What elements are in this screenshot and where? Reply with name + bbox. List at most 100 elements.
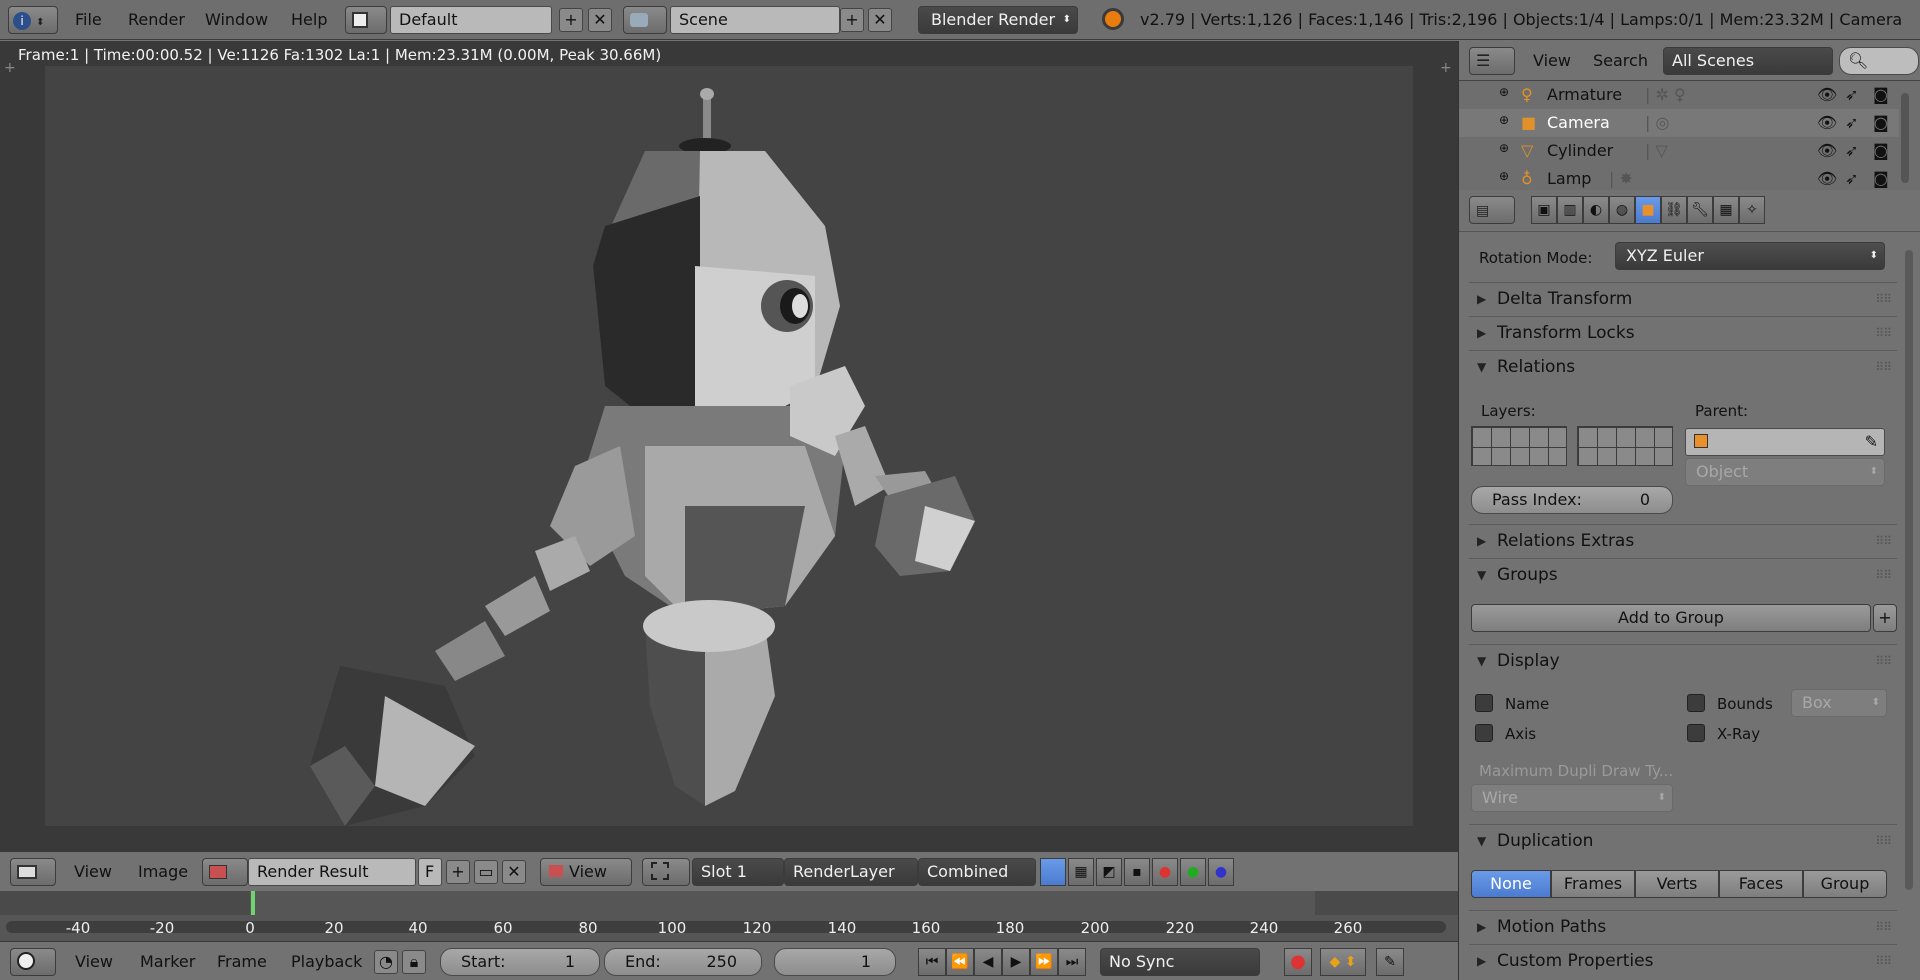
panel-relations-extras[interactable]: ▶ Relations Extras ⠿⠿ [1469, 524, 1897, 556]
panel-relations[interactable]: ▼ Relations ⠿⠿ [1469, 350, 1897, 382]
outliner-row-armature[interactable]: ⊕ ♀ Armature | ✲ ♀ 👁︎ ➶ ◙ [1459, 81, 1899, 109]
pivot-select[interactable] [642, 858, 690, 886]
parent-field[interactable]: ✎ [1685, 428, 1885, 456]
menu-playback[interactable]: Playback [291, 952, 362, 971]
drag-grip-icon[interactable]: ⠿⠿ [1875, 559, 1892, 591]
area-split-icon-right[interactable]: + [1440, 60, 1452, 76]
render-camera-icon[interactable]: ◙ [1873, 141, 1889, 160]
outliner-row-camera[interactable]: ⊕ ■ Camera | ◎ 👁︎ ➶ ◙ [1459, 109, 1899, 137]
jump-start-icon[interactable]: ⏮ [918, 948, 946, 976]
menu-help[interactable]: Help [291, 10, 327, 29]
panel-display[interactable]: ▼ Display ⠿⠿ [1469, 644, 1897, 676]
menu-frame[interactable]: Frame [217, 952, 267, 971]
image-browse-button[interactable] [202, 858, 248, 886]
xray-checkbox[interactable] [1687, 724, 1705, 742]
image-name-field[interactable]: Render Result [248, 858, 416, 886]
render-layer-select[interactable]: RenderLayer [784, 858, 918, 886]
panel-duplication[interactable]: ▼ Duplication ⠿⠿ [1469, 824, 1897, 856]
fake-user-toggle[interactable]: F [418, 858, 442, 886]
object-tab-icon[interactable]: ■ [1635, 196, 1661, 224]
expand-icon[interactable]: ⊕ [1499, 113, 1509, 127]
scene-field[interactable]: Scene [670, 6, 840, 34]
panel-delta-transform[interactable]: ▶ Delta Transform ⠿⠿ [1469, 282, 1897, 314]
layers-grid-2[interactable] [1577, 426, 1673, 466]
add-scene-icon[interactable]: + [840, 8, 864, 32]
record-icon[interactable]: ● [1284, 948, 1312, 976]
keying-set-icon[interactable]: ◆ ⬍ [1320, 948, 1366, 976]
preview-range-icon[interactable]: ◔ [374, 950, 398, 974]
bounds-type-select[interactable]: Box ⬍ [1791, 689, 1887, 717]
world-tab-icon[interactable]: ◍ [1609, 196, 1635, 224]
draw-channels-z-icon[interactable]: ◩ [1096, 858, 1122, 886]
draw-channels-mask-icon[interactable]: ▪ [1124, 858, 1150, 886]
menu-view[interactable]: View [74, 862, 112, 881]
draw-channels-alpha-icon[interactable]: ▦ [1068, 858, 1094, 886]
next-keyframe-icon[interactable]: ⏩ [1030, 948, 1058, 976]
layers-grid-1[interactable] [1471, 426, 1567, 466]
area-split-icon[interactable]: + [4, 60, 16, 76]
menu-image[interactable]: Image [138, 862, 188, 881]
drag-grip-icon[interactable]: ⠿⠿ [1875, 317, 1892, 349]
menu-view[interactable]: View [75, 952, 113, 971]
editor-type-button[interactable] [10, 858, 56, 886]
menu-render[interactable]: Render [128, 10, 185, 29]
bounds-checkbox[interactable] [1687, 694, 1705, 712]
scene-tab-icon[interactable]: ◐ [1583, 196, 1609, 224]
drag-grip-icon[interactable]: ⠿⠿ [1875, 645, 1892, 677]
drag-grip-icon[interactable]: ⠿⠿ [1875, 283, 1892, 315]
expand-icon[interactable]: ⊕ [1499, 169, 1509, 183]
modifiers-tab-icon[interactable]: 🔧︎ [1687, 196, 1713, 224]
drag-grip-icon[interactable]: ⠿⠿ [1875, 945, 1892, 977]
duplication-none-button[interactable]: None [1471, 870, 1551, 898]
duplication-verts-button[interactable]: Verts [1635, 870, 1719, 898]
render-pass-select[interactable]: Combined [918, 858, 1036, 886]
timeline-scrollbar[interactable] [6, 921, 1446, 933]
remove-screen-icon[interactable]: ✕ [588, 8, 612, 32]
select-cursor-icon[interactable]: ➶ [1845, 113, 1858, 132]
visibility-eye-icon[interactable]: 👁︎ [1817, 113, 1837, 132]
parent-type-select[interactable]: Object ⬍ [1685, 458, 1885, 486]
end-frame-field[interactable]: End: 250 [604, 948, 762, 976]
remove-scene-icon[interactable]: ✕ [868, 8, 892, 32]
screen-layout-field[interactable]: Default [390, 6, 552, 34]
rotation-mode-select[interactable]: XYZ Euler ⬍ [1615, 242, 1885, 270]
axis-checkbox[interactable] [1475, 724, 1493, 742]
draw-channels-color-icon[interactable] [1040, 858, 1066, 886]
scene-button[interactable] [623, 6, 667, 34]
physics-tab-icon[interactable]: ✧ [1739, 196, 1765, 224]
render-tab-icon[interactable]: ▣ [1531, 196, 1557, 224]
panel-custom-properties[interactable]: ▶ Custom Properties ⠿⠿ [1469, 944, 1897, 976]
expand-icon[interactable]: ⊕ [1499, 141, 1509, 155]
menu-marker[interactable]: Marker [140, 952, 195, 971]
menu-window[interactable]: Window [205, 10, 268, 29]
keyframe-tool-icon[interactable]: ✎ [1376, 948, 1404, 976]
play-icon[interactable]: ▶ [1002, 948, 1030, 976]
select-cursor-icon[interactable]: ➶ [1845, 85, 1858, 104]
name-checkbox[interactable] [1475, 694, 1493, 712]
drag-grip-icon[interactable]: ⠿⠿ [1875, 351, 1892, 383]
texture-tab-icon[interactable]: ▦ [1713, 196, 1739, 224]
new-image-icon[interactable]: + [446, 860, 470, 884]
start-frame-field[interactable]: Start: 1 [440, 948, 600, 976]
render-camera-icon[interactable]: ◙ [1873, 113, 1889, 132]
display-mode-select[interactable]: All Scenes [1663, 47, 1833, 75]
new-group-icon[interactable]: + [1873, 604, 1897, 632]
duplication-frames-button[interactable]: Frames [1551, 870, 1635, 898]
editor-type-button[interactable] [10, 948, 56, 976]
outliner-row-lamp[interactable]: ⊕ ♁ Lamp | ✸ 👁︎ ➶ ◙ [1459, 165, 1899, 190]
open-image-icon[interactable]: ▭ [474, 860, 498, 884]
current-frame-field[interactable]: 1 [774, 948, 896, 976]
select-cursor-icon[interactable]: ➶ [1845, 169, 1858, 188]
visibility-eye-icon[interactable]: 👁︎ [1817, 141, 1837, 160]
panel-groups[interactable]: ▼ Groups ⠿⠿ [1469, 558, 1897, 590]
render-camera-icon[interactable]: ◙ [1873, 85, 1889, 104]
slot-select[interactable]: Slot 1 [692, 858, 784, 886]
editor-type-button[interactable]: ▤ [1469, 196, 1515, 224]
render-layers-tab-icon[interactable]: ▥ [1557, 196, 1583, 224]
panel-motion-paths[interactable]: ▶ Motion Paths ⠿⠿ [1469, 910, 1897, 942]
play-reverse-icon[interactable]: ◀ [974, 948, 1002, 976]
editor-type-button[interactable]: i ⬍ [8, 6, 58, 34]
editor-type-button[interactable]: ☰ [1469, 47, 1515, 75]
visibility-eye-icon[interactable]: 👁︎ [1817, 85, 1837, 104]
visibility-eye-icon[interactable]: 👁︎ [1817, 169, 1837, 188]
